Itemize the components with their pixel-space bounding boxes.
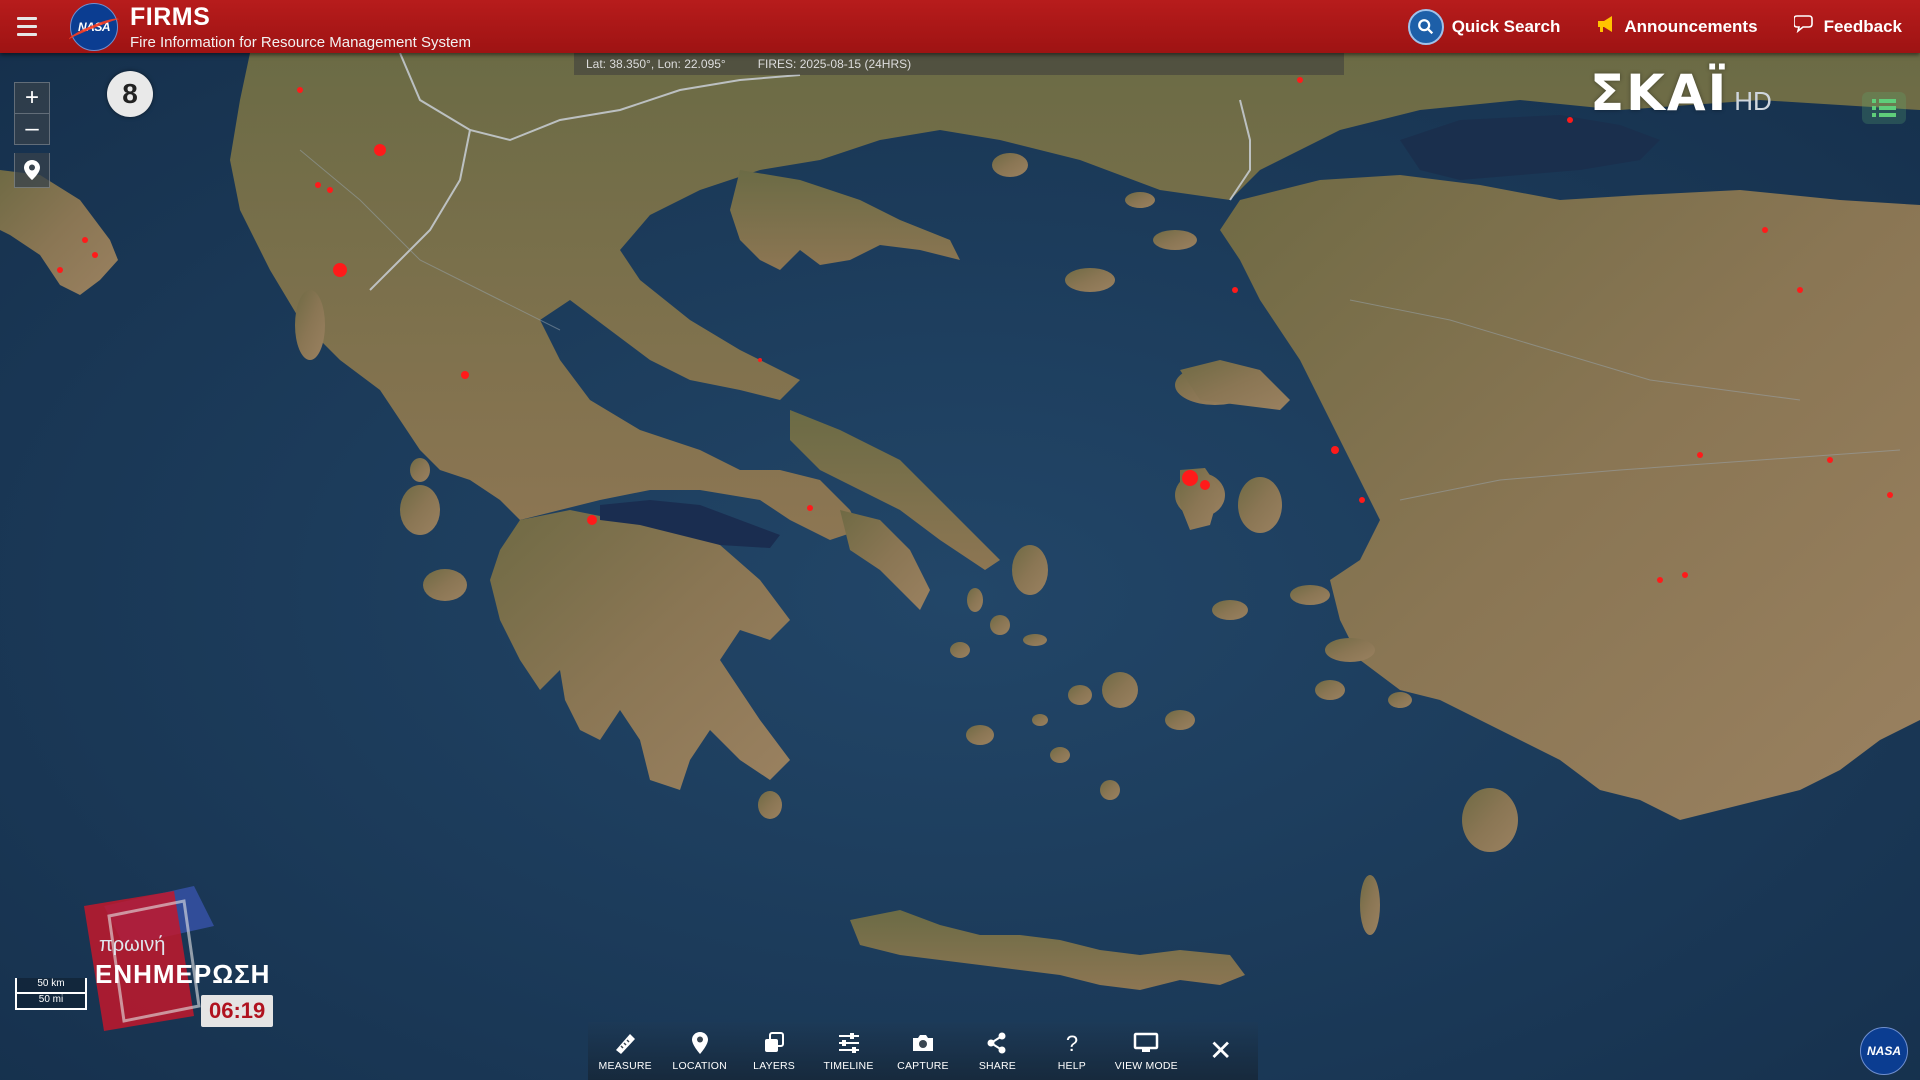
scale-km: 50 km (15, 978, 87, 994)
measure-label: MEASURE (598, 1060, 652, 1072)
share-icon (987, 1032, 1006, 1054)
location-button[interactable]: LOCATION (662, 1030, 736, 1072)
close-icon: ✕ (1208, 1035, 1233, 1066)
measure-button[interactable]: MEASURE (588, 1030, 662, 1072)
header-actions: Quick Search Announcements Feedback (1390, 0, 1920, 53)
capture-label: CAPTURE (897, 1060, 949, 1072)
location-label: LOCATION (672, 1060, 727, 1072)
sliders-icon (838, 1033, 859, 1053)
view-mode-button[interactable]: VIEW MODE (1109, 1030, 1183, 1072)
zoom-out-button[interactable]: – (14, 114, 50, 145)
search-icon (1407, 8, 1444, 45)
timeline-label: TIMELINE (823, 1060, 874, 1072)
layers-list-icon[interactable] (1862, 92, 1906, 124)
channel-logo-name: ΣΚΑΪ (1590, 64, 1729, 122)
feedback-label: Feedback (1823, 16, 1902, 36)
coordinate-bar: Lat: 38.350°, Lon: 22.095° FIRES: 2025-0… (574, 53, 1344, 75)
ruler-icon (616, 1034, 636, 1054)
scale-mi: 50 mi (15, 994, 87, 1010)
capture-button[interactable]: CAPTURE (886, 1030, 960, 1072)
channel-logo: ΣΚΑΪ HD (1590, 64, 1772, 122)
share-button[interactable]: SHARE (960, 1030, 1034, 1072)
nasa-corner-logo[interactable]: NASA (1860, 1027, 1908, 1075)
feedback-button[interactable]: Feedback (1776, 14, 1920, 39)
show-title-line1: πρωινή (99, 934, 166, 956)
map-pin-icon (691, 1032, 708, 1054)
layers-label: LAYERS (753, 1060, 796, 1072)
show-title-line2: ΕΝΗΜΕΡΩΣΗ (95, 959, 271, 989)
locate-button[interactable] (14, 153, 50, 188)
satellite-map[interactable] (0, 0, 1920, 1080)
zoom-in-button[interactable]: + (14, 82, 50, 114)
channel-logo-hd: HD (1734, 86, 1772, 116)
nasa-logo[interactable]: NASA (70, 2, 118, 51)
camera-icon (912, 1035, 933, 1051)
question-icon: ? (1066, 1031, 1078, 1056)
layers-icon (765, 1032, 785, 1052)
announcements-label: Announcements (1624, 16, 1758, 36)
timeline-button[interactable]: TIMELINE (811, 1030, 885, 1072)
app-header: NASA FIRMS Fire Information for Resource… (0, 0, 1920, 53)
nasa-corner-logo-text: NASA (1866, 1044, 1901, 1058)
svg-text:?: ? (1066, 1031, 1078, 1056)
map-scale: 50 km 50 mi (15, 978, 87, 1010)
fires-date-readout: FIRES: 2025-08-15 (24HRS) (757, 57, 912, 71)
help-label: HELP (1057, 1060, 1086, 1072)
coordinate-readout: Lat: 38.350°, Lon: 22.095° (586, 57, 726, 71)
menu-icon[interactable] (0, 17, 54, 36)
quick-search-label: Quick Search (1451, 16, 1561, 36)
layers-button[interactable]: LAYERS (737, 1030, 811, 1072)
brand-name: FIRMS (130, 3, 211, 31)
monitor-icon (1134, 1032, 1159, 1052)
zoom-controls: + – (14, 82, 50, 188)
map-pin-icon (24, 160, 40, 180)
announcements-button[interactable]: Announcements (1578, 15, 1775, 38)
close-toolbar-button[interactable]: ✕ (1184, 1035, 1258, 1066)
broadcast-clock: 06:19 (201, 995, 274, 1027)
share-label: SHARE (978, 1060, 1016, 1072)
zoom-level-badge: 8 (107, 71, 153, 117)
nasa-logo-text: NASA (77, 19, 111, 34)
view-mode-label: VIEW MODE (1114, 1060, 1178, 1072)
megaphone-icon (1596, 15, 1616, 38)
bottom-toolbar: MEASURE LOCATION LAYERS TIMELINE CAPTURE… (588, 1022, 1258, 1080)
chat-bubble-icon (1792, 14, 1816, 39)
help-button[interactable]: ? HELP (1035, 1030, 1109, 1072)
brand[interactable]: FIRMS Fire Information for Resource Mana… (130, 3, 471, 50)
brand-subtitle: Fire Information for Resource Management… (130, 34, 471, 51)
quick-search-button[interactable]: Quick Search (1390, 8, 1579, 45)
show-title: πρωινή ΕΝΗΜΕΡΩΣΗ (95, 934, 270, 990)
